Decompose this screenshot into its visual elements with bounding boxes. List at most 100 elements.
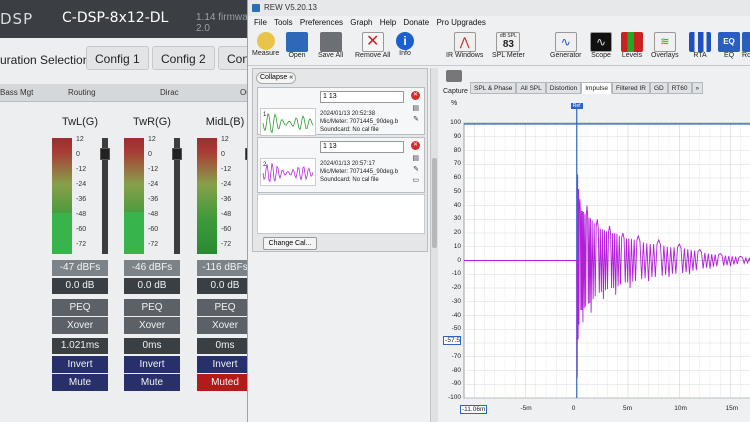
remove-all-button[interactable]: ✕ Remove All bbox=[355, 32, 390, 59]
y-tick-label: 90 bbox=[453, 132, 461, 140]
rew-title: REW V5.20.13 bbox=[264, 3, 317, 12]
overlays-button[interactable]: ≋ Overlays bbox=[651, 32, 679, 59]
menu-donate[interactable]: Donate bbox=[403, 18, 429, 27]
menu-preferences[interactable]: Preferences bbox=[300, 18, 343, 27]
meter-scale-tick: -72 bbox=[148, 241, 159, 248]
config-2-button[interactable]: Config 2 bbox=[152, 46, 215, 70]
menu-help[interactable]: Help bbox=[380, 18, 396, 27]
measurement-2-mic: Mic/Meter: 7071445_90deg.b bbox=[320, 169, 399, 175]
gain-readout[interactable]: 0.0 dB bbox=[124, 278, 180, 294]
spl-value: 83 bbox=[502, 39, 514, 50]
collapse-button[interactable]: Collapse « bbox=[256, 72, 296, 84]
fader-knob[interactable] bbox=[100, 148, 110, 160]
gain-readout[interactable]: 0.0 dB bbox=[197, 278, 253, 294]
xover-button[interactable]: Xover bbox=[197, 317, 253, 334]
level-meter-fill bbox=[52, 213, 72, 254]
meter-scale-tick: -36 bbox=[221, 196, 232, 203]
measurement-2-meter-icon[interactable]: ▤ bbox=[412, 154, 419, 162]
eq-button[interactable]: EQ EQ bbox=[718, 32, 740, 59]
generator-button[interactable]: ∿ Generator bbox=[550, 32, 582, 59]
tab-dirac[interactable]: Dirac bbox=[160, 88, 179, 97]
level-readout: -46 dBFs bbox=[124, 260, 180, 276]
generator-label: Generator bbox=[550, 52, 582, 59]
meter-scale-tick: 12 bbox=[221, 136, 229, 143]
measure-button[interactable]: Measure bbox=[252, 32, 279, 57]
config-1-button[interactable]: Config 1 bbox=[86, 46, 149, 70]
open-button[interactable]: Open bbox=[286, 32, 308, 59]
peq-button[interactable]: PEQ bbox=[124, 299, 180, 316]
measurements-panel: Collapse « 1 13 ✕ 1 2024/01/13 20:52:38 … bbox=[252, 68, 428, 252]
gain-fader[interactable] bbox=[172, 138, 182, 254]
gain-fader[interactable] bbox=[100, 138, 110, 254]
impulse-plot[interactable] bbox=[440, 68, 750, 422]
menu-tools[interactable]: Tools bbox=[274, 18, 293, 27]
meter-scale-tick: -72 bbox=[221, 241, 232, 248]
measurement-item-1[interactable]: 1 13 ✕ 1 2024/01/13 20:52:38 Mic/Meter: … bbox=[257, 87, 425, 136]
measurement-2-close-icon[interactable]: ✕ bbox=[411, 141, 420, 150]
remove-icon: ✕ bbox=[361, 32, 384, 52]
rew-titlebar: REW V5.20.13 bbox=[248, 0, 750, 16]
rew-app-icon bbox=[252, 4, 260, 12]
scope-button[interactable]: ∿ Scope bbox=[590, 32, 612, 59]
panel-scrollbar-thumb[interactable] bbox=[432, 158, 437, 248]
gain-readout[interactable]: 0.0 dB bbox=[52, 278, 108, 294]
menu-pro-upgrades[interactable]: Pro Upgrades bbox=[436, 18, 485, 27]
info-icon: i bbox=[396, 32, 414, 50]
measurement-2-pencil-icon[interactable]: ✎ bbox=[413, 165, 419, 173]
menu-graph[interactable]: Graph bbox=[350, 18, 372, 27]
meter-scale-tick: -36 bbox=[76, 196, 87, 203]
measurement-1-close-icon[interactable]: ✕ bbox=[411, 91, 420, 100]
spl-meter-button[interactable]: dB SPL 83 SPL Meter bbox=[492, 32, 525, 59]
measurement-1-meter-icon[interactable]: ▤ bbox=[412, 104, 419, 112]
info-button[interactable]: i Info bbox=[396, 32, 414, 57]
eq-label: EQ bbox=[723, 52, 735, 59]
fader-knob[interactable] bbox=[172, 148, 182, 160]
y-tick-label: -10 bbox=[451, 270, 461, 278]
room-sim-button[interactable]: Ro bbox=[742, 32, 750, 59]
y-tick-label: -70 bbox=[451, 352, 461, 360]
measurement-item-2[interactable]: 1 13 ✕ 2 2024/01/13 20:57:17 Mic/Meter: … bbox=[257, 137, 425, 193]
peq-button[interactable]: PEQ bbox=[197, 299, 253, 316]
measurement-1-pencil-icon[interactable]: ✎ bbox=[413, 115, 419, 123]
measurement-2-notes-icon[interactable]: ▭ bbox=[412, 176, 419, 184]
measurement-1-name-field[interactable]: 1 13 bbox=[320, 91, 404, 103]
mute-button[interactable]: Muted bbox=[197, 374, 253, 391]
xover-button[interactable]: Xover bbox=[52, 317, 108, 334]
ref-marker-label[interactable]: Ref bbox=[570, 103, 583, 109]
save-all-button[interactable]: Save All bbox=[318, 32, 343, 59]
measure-icon bbox=[256, 32, 275, 50]
invert-button[interactable]: Invert bbox=[197, 356, 253, 373]
y-tick-label: -90 bbox=[451, 380, 461, 388]
ir-windows-button[interactable]: ⋀ IR Windows bbox=[446, 32, 483, 59]
x-tick-label: 15m bbox=[725, 405, 739, 412]
meter-scale-tick: -24 bbox=[76, 181, 87, 188]
tab-bass-mgt[interactable]: Bass Mgt bbox=[0, 88, 33, 97]
meter-scale: 12 0 -12 -24 -36 -48 -60 -72 bbox=[76, 136, 100, 256]
invert-button[interactable]: Invert bbox=[124, 356, 180, 373]
panel-scrollbar[interactable] bbox=[430, 68, 438, 422]
mute-button[interactable]: Mute bbox=[52, 374, 108, 391]
measurement-2-thumbnail: 2 bbox=[260, 158, 316, 186]
rta-button[interactable]: RTA bbox=[689, 32, 711, 59]
levels-icon bbox=[621, 32, 643, 52]
delay-readout[interactable]: 0ms bbox=[197, 338, 253, 354]
change-cal-button[interactable]: Change Cal... bbox=[263, 237, 317, 250]
level-meter bbox=[52, 138, 72, 254]
impulse-graph-panel: Capture SPL & Phase All SPL Distortion Impu… bbox=[440, 68, 750, 422]
delay-readout[interactable]: 0ms bbox=[124, 338, 180, 354]
measurement-2-thumb-graph: 2 bbox=[262, 162, 314, 183]
invert-button[interactable]: Invert bbox=[52, 356, 108, 373]
mute-button[interactable]: Mute bbox=[124, 374, 180, 391]
menu-file[interactable]: File bbox=[254, 18, 267, 27]
delay-readout[interactable]: 1.021ms bbox=[52, 338, 108, 354]
measurement-2-name-field[interactable]: 1 13 bbox=[320, 141, 404, 153]
meter-scale-tick: 12 bbox=[148, 136, 156, 143]
xover-button[interactable]: Xover bbox=[124, 317, 180, 334]
peq-button[interactable]: PEQ bbox=[52, 299, 108, 316]
tab-routing[interactable]: Routing bbox=[68, 88, 96, 97]
meter-scale: 12 0 -12 -24 -36 -48 -60 -72 bbox=[148, 136, 172, 256]
dsp-titlebar: DSP C-DSP-8x12-DL 1.14 firmware 2.0 bbox=[0, 0, 262, 38]
ir-windows-label: IR Windows bbox=[446, 52, 484, 59]
spl-meter-label: SPL Meter bbox=[492, 52, 525, 59]
levels-button[interactable]: Levels bbox=[621, 32, 643, 59]
